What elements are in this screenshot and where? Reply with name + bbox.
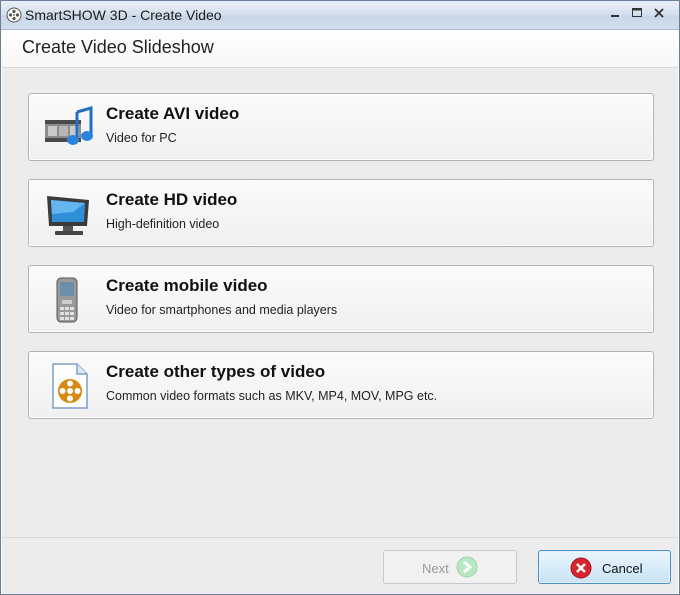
option-description: Video for smartphones and media players — [106, 303, 338, 317]
option-title: Create mobile video — [106, 276, 268, 295]
option-description: High-definition video — [106, 217, 220, 231]
cancel-button-label: Cancel — [602, 561, 643, 576]
close-window-button[interactable] — [651, 6, 667, 20]
next-button-label: Next — [422, 561, 449, 576]
title-bar[interactable]: SmartSHOW 3D - Create Video — [1, 1, 679, 30]
create-other-video-button[interactable]: Create other types of video Common video… — [28, 351, 654, 419]
app-window: SmartSHOW 3D - Create Video Create Video… — [0, 0, 680, 595]
arrow-right-icon — [456, 556, 478, 578]
cancel-x-icon — [570, 557, 592, 579]
option-title: Create HD video — [106, 190, 238, 209]
create-avi-video-button[interactable]: Create AVI video Video for PC — [28, 93, 654, 161]
option-title: Create other types of video — [106, 362, 326, 381]
video-file-icon — [52, 363, 88, 409]
monitor-icon — [47, 196, 89, 235]
cancel-button[interactable]: Cancel — [538, 550, 671, 584]
mobile-phone-icon — [56, 277, 78, 323]
option-description: Video for PC — [106, 131, 177, 145]
option-description: Common video formats such as MKV, MP4, M… — [106, 389, 438, 403]
options-panel: Create AVI video Video for PC Create HD … — [2, 68, 678, 537]
page-header: Create Video Slideshow — [2, 30, 678, 68]
next-button[interactable]: Next — [383, 550, 517, 584]
option-title: Create AVI video — [106, 104, 240, 123]
create-mobile-video-button[interactable]: Create mobile video Video for smartphone… — [28, 265, 654, 333]
minimize-icon — [611, 15, 619, 17]
page-title: Create Video Slideshow — [22, 37, 214, 57]
footer-bar: Next Cancel — [2, 537, 678, 594]
window-title: SmartSHOW 3D - Create Video — [25, 7, 222, 23]
close-icon — [654, 8, 664, 18]
minimize-button[interactable] — [607, 6, 623, 20]
film-music-icon — [45, 106, 93, 145]
film-reel-icon — [6, 7, 22, 23]
maximize-button[interactable] — [629, 6, 645, 20]
maximize-icon — [632, 8, 642, 17]
create-hd-video-button[interactable]: Create HD video High-definition video — [28, 179, 654, 247]
